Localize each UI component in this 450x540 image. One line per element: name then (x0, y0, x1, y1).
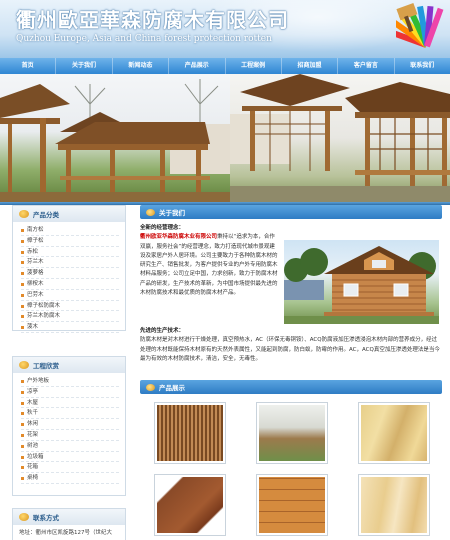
category-item[interactable]: 巴劳木 (21, 290, 119, 301)
engineering-list: 户外地板 凉亭 木屋 秋千 休闲 花架 树池 垃圾箱 花箱 桌椅 (13, 373, 125, 486)
contact-header: 联系方式 (13, 509, 125, 525)
engineering-item[interactable]: 树池 (21, 441, 119, 452)
engineering-item[interactable]: 桌椅 (21, 473, 119, 484)
contact-panel: 联系方式 地址：衢州市区凯旋路127号（世纪大 (12, 508, 126, 540)
engineering-item[interactable]: 凉亭 (21, 387, 119, 398)
tech-text: 防腐木材是对木材进行干燥处理，真空预热水，AC（环保无毒铜铵）、ACQ防腐液加压… (140, 337, 440, 362)
nav-news[interactable]: 新闻动态 (113, 58, 170, 74)
product-thumb-pine[interactable] (358, 474, 430, 536)
banner-pavilion-left (0, 74, 230, 202)
product-thumb-planks[interactable] (256, 474, 328, 536)
category-item[interactable]: 芬兰木 (21, 257, 119, 269)
category-item[interactable]: 南方松 (21, 225, 119, 236)
section-bullet-icon (19, 210, 29, 218)
engineering-item[interactable]: 花架 (21, 430, 119, 441)
log-cabin-image (284, 240, 439, 324)
engineering-panel: 工程欣赏 户外地板 凉亭 木屋 秋千 休闲 花架 树池 垃圾箱 花箱 桌椅 (12, 356, 126, 496)
engineering-header: 工程欣赏 (13, 357, 125, 373)
color-palette-icon (396, 2, 444, 48)
engineering-item[interactable]: 户外地板 (21, 376, 119, 387)
tech-heading: 先进的生产技术： (140, 328, 185, 334)
about-intro: 全新的经营理念： 衢州欧亚华森防腐木业有限公司秉持以“追求为本，合作双赢，服务社… (140, 224, 280, 298)
category-item[interactable]: 柳桉木 (21, 279, 119, 290)
section-bullet-icon (146, 383, 155, 391)
nav-messages[interactable]: 客户留言 (338, 58, 395, 74)
product-categories-panel: 产品分类 南方松 樟子松 赤松 芬兰木 菠萝格 柳桉木 巴劳木 樟子松防腐木 芬… (12, 205, 126, 333)
nav-cases[interactable]: 工程案例 (226, 58, 282, 74)
section-bullet-icon (19, 513, 29, 521)
about-title: 关于我们 (159, 209, 185, 217)
category-item[interactable]: 樟子松 (21, 236, 119, 247)
contact-title: 联系方式 (33, 514, 59, 522)
section-bullet-icon (19, 361, 29, 369)
engineering-item[interactable]: 休闲 (21, 419, 119, 430)
products-header: 产品展示 (140, 380, 442, 394)
products-title: 产品展示 (159, 384, 185, 392)
nav-products[interactable]: 产品展示 (169, 58, 226, 74)
category-item[interactable]: 赤松 (21, 247, 119, 258)
philosophy-heading: 全新的经营理念： (140, 225, 185, 231)
product-categories-title: 产品分类 (33, 211, 59, 219)
engineering-item[interactable]: 花箱 (21, 462, 119, 474)
category-item[interactable]: 樟子松防腐木 (21, 301, 119, 312)
main-nav: 首页 关于我们 新闻动态 产品展示 工程案例 招商加盟 客户留言 联系我们 (0, 58, 450, 74)
nav-contact[interactable]: 联系我们 (395, 58, 450, 74)
about-header: 关于我们 (140, 205, 442, 219)
product-thumb-slats[interactable] (154, 402, 226, 464)
nav-home[interactable]: 首页 (0, 58, 57, 74)
about-section: 全新的经营理念： 衢州欧亚华森防腐木业有限公司秉持以“追求为本，合作双赢，服务社… (140, 224, 442, 376)
tech-section: 先进的生产技术： 防腐木材是对木材进行干燥处理，真空预热水，AC（环保无毒铜铵）… (140, 327, 442, 364)
product-thumb-board[interactable] (154, 474, 226, 536)
product-thumb-grain[interactable] (358, 402, 430, 464)
company-title-cn: 衢州歐亞華森防腐木有限公司 (16, 8, 289, 32)
engineering-item[interactable]: 秋千 (21, 408, 119, 420)
engineering-item[interactable]: 垃圾箱 (21, 452, 119, 463)
category-item[interactable]: 菠木 (21, 322, 119, 333)
contact-address: 地址：衢州市区凯旋路127号（世纪大 (19, 530, 112, 536)
products-gallery (140, 398, 442, 540)
about-paragraph-1: 衢州欧亚华森防腐木业有限公司秉持以“追求为本，合作双赢，服务社会”的经营理念，致… (140, 233, 280, 298)
company-name: 衢州欧亚华森防腐木业有限公司 (140, 234, 218, 241)
category-item[interactable]: 芬兰木防腐木 (21, 311, 119, 323)
nav-franchise[interactable]: 招商加盟 (282, 58, 339, 74)
company-title-en: Quzhou Europe, Asia and China forest pro… (16, 34, 272, 44)
category-item[interactable]: 菠萝格 (21, 268, 119, 279)
about-text-1: 秉持以“追求为本，合作双赢，服务社会”的经营理念，致力打造现代城市景观建设及家居… (140, 234, 278, 297)
engineering-title: 工程欣赏 (33, 362, 59, 370)
product-thumb-pergola[interactable] (256, 402, 328, 464)
banner-image (0, 74, 450, 202)
engineering-item[interactable]: 木屋 (21, 398, 119, 409)
banner-pavilion-right (230, 74, 450, 202)
product-categories-list: 南方松 樟子松 赤松 芬兰木 菠萝格 柳桉木 巴劳木 樟子松防腐木 芬兰木防腐木… (13, 222, 125, 335)
product-categories-header: 产品分类 (13, 206, 125, 222)
site-header: 衢州歐亞華森防腐木有限公司 Quzhou Europe, Asia and Ch… (0, 0, 450, 58)
section-bullet-icon (146, 208, 155, 216)
nav-about[interactable]: 关于我们 (56, 58, 113, 74)
